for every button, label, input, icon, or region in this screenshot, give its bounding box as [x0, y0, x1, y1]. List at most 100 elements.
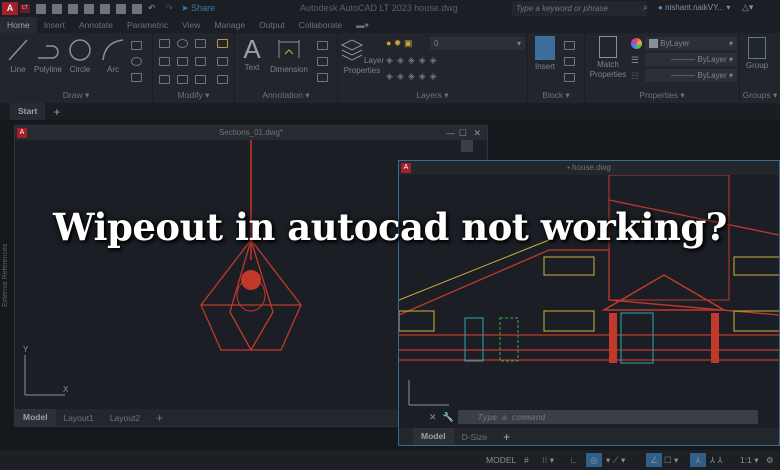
close-icon[interactable]: ✕: [473, 126, 481, 140]
move-icon[interactable]: [159, 39, 170, 48]
print-icon[interactable]: [132, 3, 142, 14]
lineweight-toggle-icon[interactable]: ☐ ▾: [664, 453, 678, 467]
autocad-logo[interactable]: A: [2, 2, 18, 15]
tab-layout1[interactable]: Layout1: [56, 413, 102, 423]
minimize-icon[interactable]: —: [446, 126, 455, 140]
circle-tool[interactable]: Circle: [66, 38, 94, 75]
snap-icon[interactable]: ⁝⁝ ▾: [542, 453, 554, 467]
layer-tools-row2[interactable]: ◈◈◈◈◈: [386, 71, 441, 82]
layer-properties-tool[interactable]: Layer Properties: [340, 37, 384, 76]
redo-icon[interactable]: ↷: [166, 3, 174, 14]
text-tool[interactable]: A Text: [239, 35, 265, 73]
ortho-icon[interactable]: ∟: [570, 453, 578, 467]
open-icon[interactable]: [52, 3, 62, 14]
tab-insert[interactable]: Insert: [37, 17, 72, 33]
tab-home[interactable]: Home: [0, 17, 37, 33]
fillet-icon[interactable]: [195, 57, 206, 66]
maximize-icon[interactable]: ☐: [459, 126, 467, 140]
share-button[interactable]: ➤ Share: [181, 3, 215, 14]
annotation-visibility-icon[interactable]: ⅄: [690, 453, 706, 467]
copy-icon[interactable]: [159, 57, 170, 66]
right-window-titlebar[interactable]: A ▪ house.dwg: [399, 161, 779, 175]
tab-model[interactable]: Model: [15, 409, 56, 426]
tab-d-size[interactable]: D-Size: [454, 432, 496, 442]
search-icon[interactable]: ⌕: [643, 2, 648, 13]
linetype-dropdown[interactable]: ——— ByLayer ▾: [645, 53, 737, 66]
layer-dropdown[interactable]: 0 ▾: [430, 37, 525, 50]
rotate-icon[interactable]: [177, 39, 188, 48]
array-icon[interactable]: [195, 75, 206, 84]
scroll-corner[interactable]: [461, 140, 473, 152]
trim-icon[interactable]: [195, 39, 206, 48]
tab-output[interactable]: Output: [252, 17, 292, 33]
grid-icon[interactable]: #: [524, 453, 529, 467]
stretch-icon[interactable]: [159, 75, 170, 84]
add-layout-button[interactable]: +: [495, 430, 518, 444]
table-icon[interactable]: [317, 73, 328, 82]
tab-annotate[interactable]: Annotate: [72, 17, 120, 33]
create-block-icon[interactable]: [564, 41, 575, 50]
panel-annotation-label[interactable]: Annotation ▾: [235, 90, 337, 101]
panel-modify-label[interactable]: Modify ▾: [153, 90, 234, 101]
tab-view[interactable]: View: [175, 17, 207, 33]
arc-tool[interactable]: Arc: [100, 38, 126, 75]
new-tab-button[interactable]: +: [45, 105, 68, 119]
close-command-icon[interactable]: ✕: [429, 412, 437, 423]
mirror-icon[interactable]: [177, 57, 188, 66]
dimension-tool[interactable]: Dimension: [267, 38, 311, 75]
annotation-scale[interactable]: 1:1 ▾: [740, 453, 758, 467]
leader-icon[interactable]: [317, 57, 328, 66]
tab-parametric[interactable]: Parametric: [120, 17, 175, 33]
user-menu[interactable]: ● nishant.naikVY... ▾: [658, 3, 730, 12]
save-icon[interactable]: [68, 3, 78, 14]
panel-layers-label[interactable]: Layers ▾: [338, 90, 527, 101]
panel-block-label[interactable]: Block ▾: [528, 90, 584, 101]
group-tool[interactable]: Group: [742, 37, 772, 71]
external-references-palette[interactable]: External References: [2, 145, 12, 405]
hatch-icon[interactable]: [131, 73, 142, 82]
tab-layout2[interactable]: Layout2: [102, 413, 148, 423]
panel-properties-label[interactable]: Properties ▾: [585, 90, 739, 101]
polyline-tool[interactable]: Polyline: [32, 38, 64, 75]
explode-icon[interactable]: [217, 57, 228, 66]
undo-icon[interactable]: ↶: [148, 3, 156, 14]
insert-tool[interactable]: Insert: [530, 36, 560, 72]
tab-collaborate[interactable]: Collaborate: [292, 17, 349, 33]
new-icon[interactable]: [36, 3, 46, 14]
layer-tools-row1[interactable]: ◈◈◈◈◈: [386, 55, 441, 66]
attribute-icon[interactable]: [564, 73, 575, 82]
osnap-icon[interactable]: ∠: [646, 453, 662, 467]
match-properties-tool[interactable]: Match Properties: [587, 36, 629, 80]
tab-manage[interactable]: Manage: [207, 17, 252, 33]
layer-state-icons[interactable]: ● ✹ ▣: [386, 38, 412, 49]
add-layout-button[interactable]: +: [148, 411, 171, 425]
isodraft-icon[interactable]: ▾ ⟋ ▾: [606, 453, 625, 467]
autoscale-icon[interactable]: ⅄ ⅄: [710, 453, 723, 467]
erase-icon[interactable]: [217, 39, 228, 48]
autodesk-app-icon[interactable]: △▾: [742, 2, 753, 13]
rectangle-icon[interactable]: [131, 41, 142, 50]
panel-groups-label[interactable]: Groups ▾: [740, 90, 780, 101]
customize-icon[interactable]: 🔧: [443, 412, 454, 423]
color-dropdown[interactable]: ByLayer ▾: [645, 37, 737, 50]
settings-gear-icon[interactable]: ⚙: [766, 453, 774, 467]
line-tool[interactable]: Line: [4, 38, 32, 75]
panel-draw-label[interactable]: Draw ▾: [0, 90, 152, 101]
ellipse-icon[interactable]: [131, 57, 142, 66]
scale-icon[interactable]: [177, 75, 188, 84]
tab-model[interactable]: Model: [413, 428, 454, 445]
offset-icon[interactable]: [217, 75, 228, 84]
left-window-titlebar[interactable]: A Sections_01.dwg* — ☐ ✕: [15, 126, 487, 140]
edit-block-icon[interactable]: [564, 57, 575, 66]
linear-dim-icon[interactable]: [317, 41, 328, 50]
save-web-icon[interactable]: [116, 3, 126, 14]
polar-icon[interactable]: ◎: [586, 453, 602, 467]
open-web-icon[interactable]: [100, 3, 110, 14]
model-space-button[interactable]: MODEL: [486, 453, 516, 467]
lineweight-dropdown[interactable]: ——— ByLayer ▾: [645, 69, 737, 82]
workspace-toggle[interactable]: ▬▾: [349, 17, 376, 33]
save-as-icon[interactable]: [84, 3, 94, 14]
search-input[interactable]: [512, 1, 647, 16]
tab-start[interactable]: Start: [10, 103, 46, 120]
command-input[interactable]: [457, 410, 758, 424]
